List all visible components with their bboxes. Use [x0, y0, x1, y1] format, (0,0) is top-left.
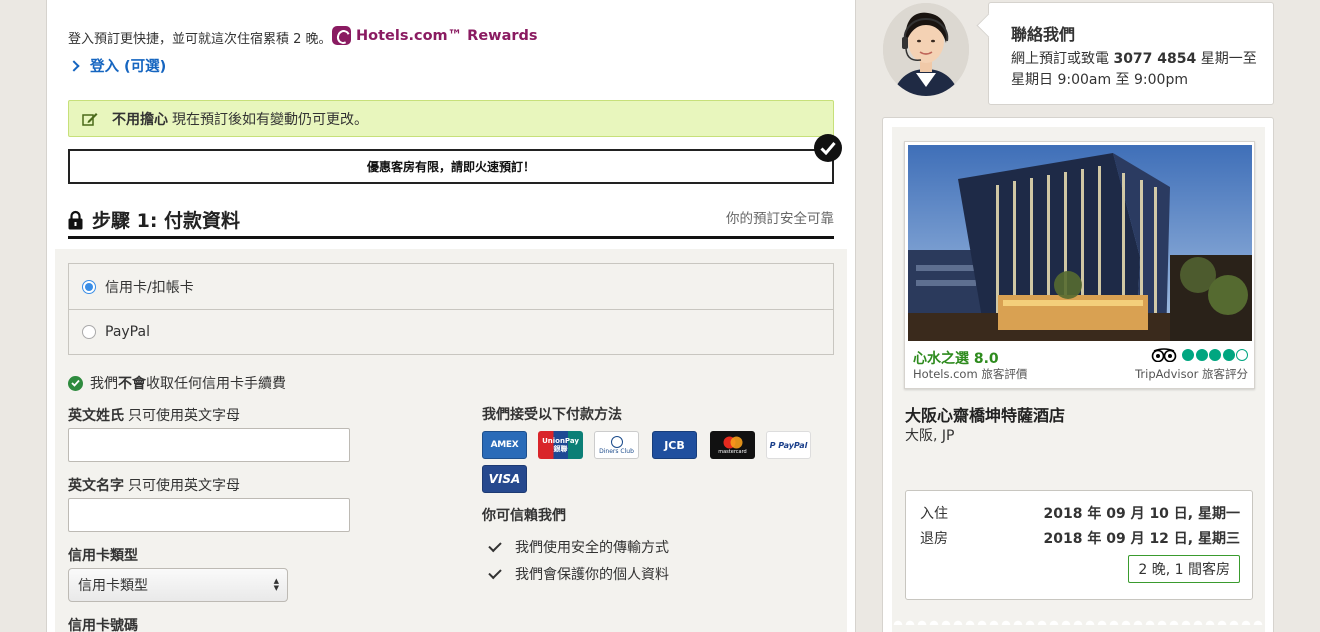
card-type-label: 信用卡類型: [68, 545, 142, 565]
signin-link-label: 登入 (可選): [90, 59, 167, 75]
no-fee-note: 我們 不會 收取任何信用卡手續費: [68, 373, 286, 393]
check-circle-icon: [68, 375, 83, 391]
contact-text: 網上預訂或致電 3077 4854 星期一至 星期日 9:00am 至 9:00…: [1011, 49, 1261, 91]
rating-dot-empty-icon: [1236, 349, 1248, 361]
step-header: 步驟 1: 付款資料 你的預訂安全可靠: [68, 209, 834, 239]
lock-icon: [68, 210, 83, 229]
hotels-com-logo-icon: [332, 26, 351, 45]
accepted-payments-title: 我們接受以下付款方法: [482, 407, 622, 423]
rating-dot-full-icon: [1182, 349, 1194, 361]
first-name-input[interactable]: [68, 498, 350, 532]
hotel-name: 大阪心齋橋坤特薩酒店: [905, 406, 1066, 425]
checkin-label: 入住: [920, 506, 948, 522]
trust-item-label: 我們使用安全的傳輸方式: [515, 540, 669, 556]
notice-text: 現在預訂後如有變動仍可更改。: [172, 111, 368, 128]
no-fee-bold: 不會: [118, 376, 146, 392]
visa-icon: VISA: [482, 465, 527, 493]
last-name-hint: 只可使用英文字母: [128, 408, 240, 424]
rating-dot-full-icon: [1195, 349, 1208, 361]
contact-title: 聯絡我們: [1011, 25, 1076, 44]
card-number-title: 信用卡號碼: [68, 618, 138, 632]
radio-unselected[interactable]: [82, 325, 96, 339]
diners-icon: Diners Club: [594, 431, 639, 459]
rewards-brand: Hotels.com™ Rewards: [332, 26, 538, 45]
card-number-label: 信用卡號碼: [68, 615, 142, 632]
paypal-icon: P PayPal: [766, 431, 811, 459]
card-type-select[interactable]: 信用卡類型 ▲ ▼: [68, 568, 288, 602]
last-name-title: 英文姓氏: [68, 408, 124, 424]
trust-title: 你可信賴我們: [482, 508, 566, 524]
rewards-label: Hotels.com™ Rewards: [356, 27, 538, 44]
hotel-location: 大阪, JP: [905, 428, 955, 444]
checkmark-icon: [814, 134, 842, 162]
guest-score-source: Hotels.com 旅客評價: [913, 367, 1028, 381]
trust-item: 我們會保護你的個人資料: [488, 564, 669, 584]
check-icon: [488, 538, 502, 552]
checkout-date: 2018 年 09 月 12 日, 星期三: [1043, 531, 1241, 547]
checkout-label: 退房: [920, 531, 948, 547]
payment-section: 信用卡/扣帳卡 PayPal 我們 不會 收取任何信用卡手續費 英文姓氏 只可使用英文…: [55, 249, 847, 632]
chevron-right-icon: [68, 59, 80, 72]
jcb-icon: JCB: [652, 431, 697, 459]
hotel-summary-inner: 心水之選 8.0 Hotels.com 旅客評價 TripAdvisor 旅客評…: [892, 127, 1265, 632]
checkin-row: 入住 2018 年 09 月 10 日, 星期一: [920, 503, 1240, 523]
hotel-summary-panel: 心水之選 8.0 Hotels.com 旅客評價 TripAdvisor 旅客評…: [882, 117, 1274, 632]
payment-option-card[interactable]: 信用卡/扣帳卡: [69, 264, 833, 309]
signin-link[interactable]: 登入 (可選): [68, 55, 167, 76]
booking-form-panel: 登入預訂更快捷，並可就這次住宿累積 2 晚。 Hotels.com™ Rewar…: [46, 0, 856, 632]
no-fee-prefix: 我們: [90, 376, 118, 392]
tripadvisor-source: TripAdvisor 旅客評分: [1135, 367, 1248, 381]
trust-item: 我們使用安全的傳輸方式: [488, 537, 669, 557]
rating-dot-full-icon: [1222, 349, 1235, 361]
guest-score: 心水之選 8.0: [913, 351, 999, 367]
free-change-notice: 不用擔心 現在預訂後如有變動仍可更改。: [68, 100, 834, 137]
edit-icon: [82, 112, 98, 126]
radio-selected[interactable]: [82, 279, 96, 294]
stay-dates-box: 入住 2018 年 09 月 10 日, 星期一 退房 2018 年 09 月 …: [905, 490, 1253, 600]
hotel-photo-card: 心水之選 8.0 Hotels.com 旅客評價 TripAdvisor 旅客評…: [904, 141, 1255, 389]
checkin-date: 2018 年 09 月 10 日, 星期一: [1043, 506, 1241, 522]
contact-line1-prefix: 網上預訂或致電: [1011, 51, 1109, 67]
signin-prompt: 登入預訂更快捷，並可就這次住宿累積 2 晚。: [68, 32, 332, 47]
payment-option-paypal[interactable]: PayPal: [69, 309, 833, 354]
select-arrows-icon: ▲ ▼: [273, 577, 279, 592]
mastercard-icon: mastercard: [710, 431, 755, 459]
card-type-title: 信用卡類型: [68, 548, 138, 564]
contact-phone[interactable]: 3077 4854: [1113, 51, 1196, 67]
payment-option-label: PayPal: [105, 324, 150, 340]
ticket-edge-divider: [892, 615, 1265, 625]
step-title: 步驟 1: 付款資料: [92, 210, 241, 232]
first-name-label: 英文名字 只可使用英文字母: [68, 475, 240, 495]
no-fee-suffix: 收取任何信用卡手續費: [146, 376, 286, 392]
checkout-row: 退房 2018 年 09 月 12 日, 星期三: [920, 528, 1240, 548]
hotel-photo[interactable]: [908, 145, 1252, 341]
payment-option-label: 信用卡/扣帳卡: [105, 279, 194, 296]
contact-line1-suffix: 星期一至: [1200, 51, 1257, 67]
first-name-hint: 只可使用英文字母: [128, 478, 240, 494]
urgency-banner: 優惠客房有限，請即火速預訂！: [68, 149, 834, 184]
contact-hours: 星期日 9:00am 至 9:00pm: [1011, 72, 1188, 88]
notice-bold: 不用擔心: [112, 111, 168, 128]
stay-summary-badge: 2 晚, 1 間客房: [1128, 555, 1240, 583]
support-agent-avatar: [883, 3, 969, 96]
secure-note: 你的預訂安全可靠: [726, 211, 834, 227]
rating-dot-full-icon: [1209, 349, 1221, 361]
first-name-title: 英文名字: [68, 478, 124, 494]
card-type-value: 信用卡類型: [78, 578, 148, 594]
payment-method-options: 信用卡/扣帳卡 PayPal: [68, 263, 834, 355]
tripadvisor-rating: [1151, 348, 1248, 362]
last-name-input[interactable]: [68, 428, 350, 462]
tripadvisor-owl-icon: [1151, 348, 1176, 362]
unionpay-icon: UnionPay 銀聯: [538, 431, 583, 459]
trust-item-label: 我們會保護你的個人資料: [515, 567, 669, 583]
check-icon: [488, 565, 502, 579]
last-name-label: 英文姓氏 只可使用英文字母: [68, 405, 240, 425]
contact-box: 聯絡我們 網上預訂或致電 3077 4854 星期一至 星期日 9:00am 至…: [988, 2, 1274, 105]
amex-icon: AMEX: [482, 431, 527, 459]
